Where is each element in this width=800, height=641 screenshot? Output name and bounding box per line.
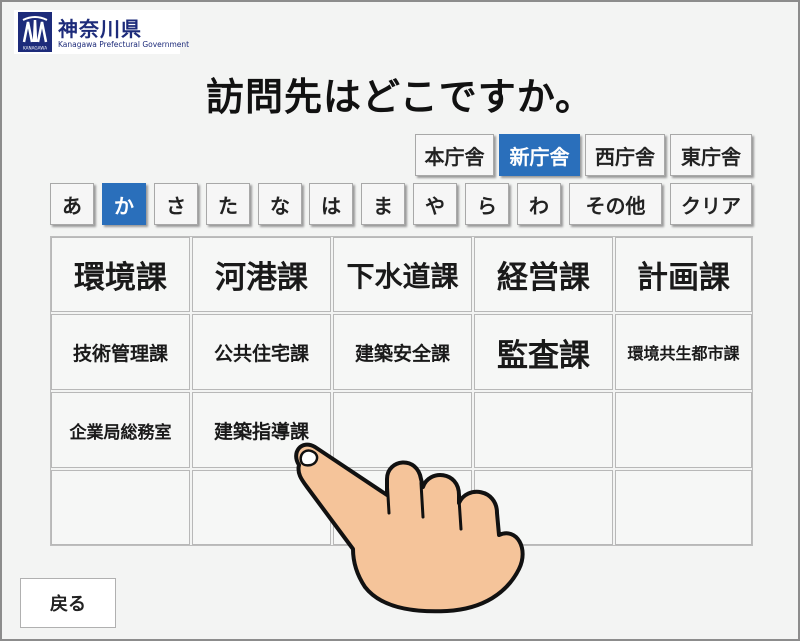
kana-filter-a[interactable]: あ [50, 183, 94, 225]
kana-filter-ha[interactable]: は [309, 183, 353, 225]
kana-filter-ma[interactable]: ま [361, 183, 405, 225]
clear-button[interactable]: クリア [670, 183, 752, 225]
department-button-gesuido[interactable]: 下水道課 [333, 237, 472, 312]
department-button-kankyo-kyosei[interactable]: 環境共生都市課 [615, 314, 752, 390]
building-tab-higashichosha[interactable]: 東庁舎 [670, 134, 752, 176]
back-button[interactable]: 戻る [20, 578, 116, 628]
department-button-keiei[interactable]: 経営課 [474, 237, 613, 312]
kiosk-screen: KANAGAWA 神奈川県 Kanagawa Prefectural Gover… [0, 0, 800, 641]
page-title: 訪問先はどこですか。 [205, 75, 595, 119]
building-tab-nishichosha[interactable]: 西庁舎 [585, 134, 665, 176]
building-tab-shinchosha[interactable]: 新庁舎 [499, 134, 580, 176]
department-button-kankyo[interactable]: 環境課 [51, 237, 190, 312]
kana-filter-na[interactable]: な [258, 183, 302, 225]
logo-subtitle: Kanagawa Prefectural Government [58, 40, 190, 49]
department-button-kenchiku-anzen[interactable]: 建築安全課 [333, 314, 472, 390]
kana-filter-wa[interactable]: わ [517, 183, 561, 225]
pointing-hand-icon [294, 442, 525, 614]
kana-filter-sa[interactable]: さ [154, 183, 198, 225]
department-button-kigyokyoku-somu[interactable]: 企業局総務室 [51, 392, 190, 468]
department-button-gijutsu-kanri[interactable]: 技術管理課 [51, 314, 190, 390]
building-tab-honchosha[interactable]: 本庁舎 [415, 134, 494, 176]
department-button-empty [51, 470, 190, 545]
logo-title: 神奈川県 [58, 17, 142, 41]
kana-filter-ta[interactable]: た [206, 183, 250, 225]
logo-mark-text: KANAGAWA [23, 46, 47, 51]
department-button-empty [615, 392, 752, 468]
department-button-kokyo-jutaku[interactable]: 公共住宅課 [192, 314, 331, 390]
department-button-kako[interactable]: 河港課 [192, 237, 331, 312]
kanagawa-logo-icon: KANAGAWA [18, 12, 52, 52]
kana-filter-ra[interactable]: ら [465, 183, 509, 225]
department-button-keikaku[interactable]: 計画課 [615, 237, 752, 312]
kana-filter-ya[interactable]: や [413, 183, 457, 225]
department-button-empty [615, 470, 752, 545]
kanagawa-logo: KANAGAWA 神奈川県 Kanagawa Prefectural Gover… [14, 10, 189, 54]
kana-filter-ka[interactable]: か [102, 183, 146, 225]
kana-filter-other[interactable]: その他 [569, 183, 662, 225]
department-button-kansa[interactable]: 監査課 [474, 314, 613, 390]
